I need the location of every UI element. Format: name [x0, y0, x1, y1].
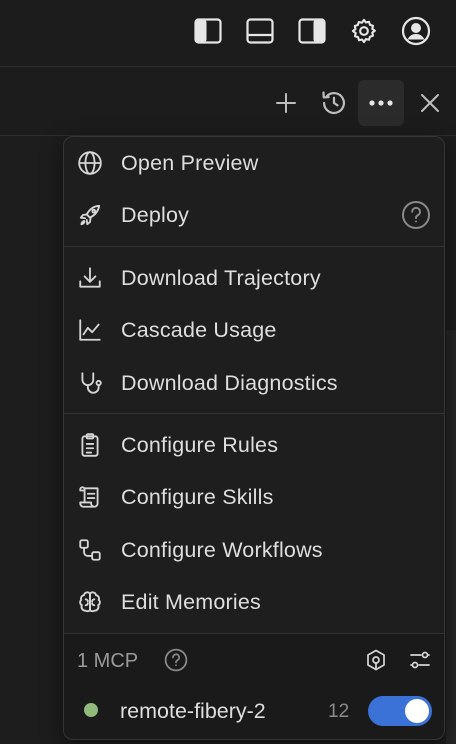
mcp-section: 1 MCP remote-fibery-2 12 [64, 634, 444, 739]
menu-item-label: Download Diagnostics [121, 370, 338, 395]
scrollbar-track[interactable] [446, 330, 456, 744]
help-icon[interactable] [164, 648, 188, 672]
menu-item-download-diagnostics[interactable]: Download Diagnostics [64, 358, 444, 408]
plus-icon[interactable] [263, 80, 309, 126]
mcp-server-toggle[interactable] [368, 696, 432, 726]
mcp-store-icon[interactable] [364, 648, 388, 672]
menu-item-open-preview[interactable]: Open Preview [64, 138, 444, 188]
menu-divider [64, 413, 444, 414]
toggle-knob [405, 699, 429, 723]
workflow-icon [76, 536, 104, 564]
title-bar [0, 0, 456, 67]
toggle-right-sidebar-icon[interactable] [297, 16, 327, 46]
menu-item-label: Configure Workflows [121, 537, 323, 562]
server-status-dot [84, 703, 98, 717]
menu-item-label: Configure Skills [121, 484, 274, 509]
history-icon[interactable] [311, 80, 357, 126]
menu-item-cascade-usage[interactable]: Cascade Usage [64, 305, 444, 355]
menu-item-label: Edit Memories [121, 589, 261, 614]
mcp-title: 1 MCP [77, 650, 139, 672]
menu-item-label: Deploy [121, 202, 190, 227]
mcp-tool-count: 12 [328, 701, 350, 722]
mcp-server-name[interactable]: remote-fibery-2 [120, 699, 266, 724]
close-icon[interactable] [407, 80, 453, 126]
stethoscope-icon [76, 369, 104, 397]
menu-item-download-trajectory[interactable]: Download Trajectory [64, 253, 444, 303]
account-icon[interactable] [401, 16, 431, 46]
toggle-bottom-panel-icon[interactable] [245, 16, 275, 46]
sliders-icon[interactable] [408, 648, 432, 672]
menu-divider [64, 246, 444, 247]
more-options-menu: Open Preview Deploy Download Trajectory … [63, 136, 445, 740]
menu-item-label: Cascade Usage [121, 317, 277, 342]
line-chart-icon [76, 316, 104, 344]
globe-icon [76, 149, 104, 177]
clipboard-icon [76, 431, 104, 459]
gear-icon[interactable] [349, 16, 379, 46]
menu-item-label: Configure Rules [121, 432, 279, 457]
help-icon[interactable] [400, 199, 432, 231]
menu-item-configure-workflows[interactable]: Configure Workflows [64, 525, 444, 575]
menu-item-label: Download Trajectory [121, 265, 321, 290]
menu-item-deploy[interactable]: Deploy [64, 190, 444, 240]
brain-icon [76, 588, 104, 616]
toggle-left-sidebar-icon[interactable] [193, 16, 223, 46]
menu-item-label: Open Preview [121, 150, 259, 175]
menu-item-configure-skills[interactable]: Configure Skills [64, 472, 444, 522]
download-icon [76, 264, 104, 292]
scroll-icon [76, 483, 104, 511]
menu-item-edit-memories[interactable]: Edit Memories [64, 577, 444, 627]
more-options-icon[interactable] [358, 80, 404, 126]
menu-item-configure-rules[interactable]: Configure Rules [64, 420, 444, 470]
rocket-icon [76, 201, 104, 229]
